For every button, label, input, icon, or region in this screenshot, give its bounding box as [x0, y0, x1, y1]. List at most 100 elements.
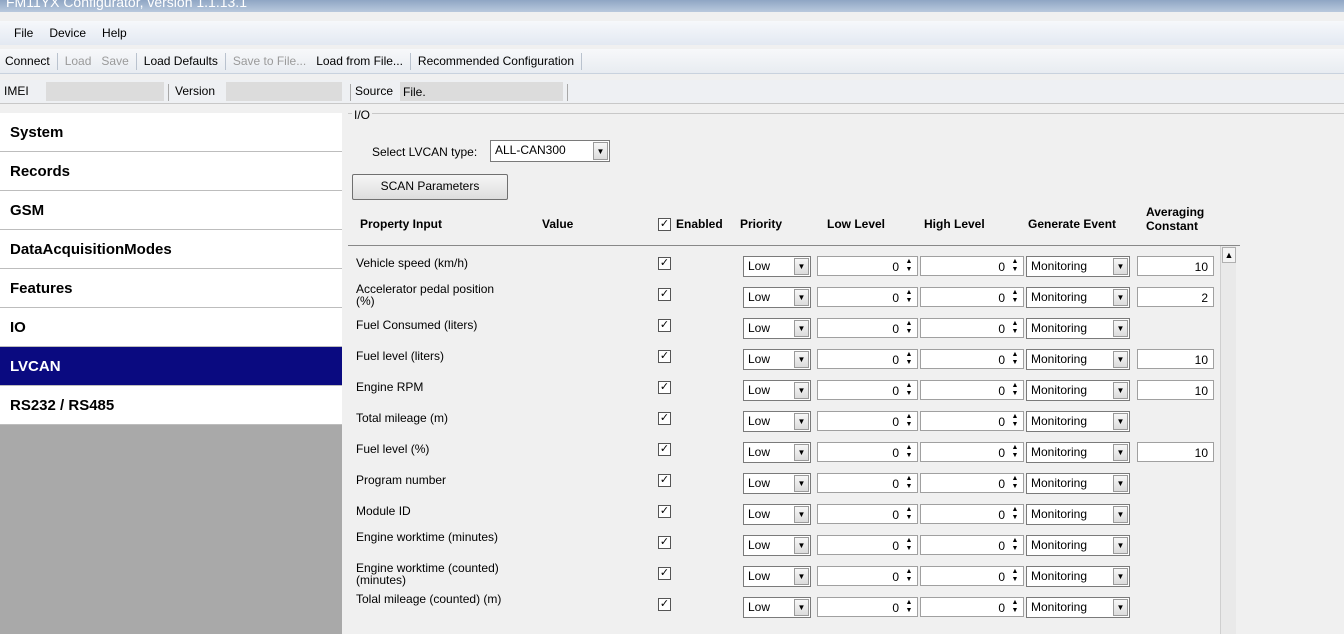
high-level-input[interactable]: 0 ▲ ▼ [920, 256, 1024, 276]
high-level-input[interactable]: 0 ▲ ▼ [920, 504, 1024, 524]
generate-event-select[interactable]: Monitoring ▼ [1026, 473, 1130, 494]
generate-event-select[interactable]: Monitoring ▼ [1026, 597, 1130, 618]
save-button[interactable]: Save [96, 54, 133, 68]
spin-updown-icon[interactable]: ▲ ▼ [1008, 413, 1022, 429]
priority-select[interactable]: Low ▼ [743, 473, 811, 494]
priority-select[interactable]: Low ▼ [743, 380, 811, 401]
load-button[interactable]: Load [60, 54, 97, 68]
enabled-checkbox[interactable]: ✓ [658, 350, 671, 363]
sidebar-item-lvcan[interactable]: LVCAN [0, 347, 342, 386]
spin-updown-icon[interactable]: ▲ ▼ [1008, 351, 1022, 367]
low-level-input[interactable]: 0 ▲ ▼ [817, 318, 918, 338]
high-level-input[interactable]: 0 ▲ ▼ [920, 566, 1024, 586]
low-level-input[interactable]: 0 ▲ ▼ [817, 473, 918, 493]
load-from-file-button[interactable]: Load from File... [311, 54, 408, 68]
spin-updown-icon[interactable]: ▲ ▼ [902, 320, 916, 336]
spin-updown-icon[interactable]: ▲ ▼ [1008, 382, 1022, 398]
sidebar-item-records[interactable]: Records [0, 152, 342, 191]
spin-updown-icon[interactable]: ▲ ▼ [1008, 599, 1022, 615]
low-level-input[interactable]: 0 ▲ ▼ [817, 349, 918, 369]
generate-event-select[interactable]: Monitoring ▼ [1026, 566, 1130, 587]
enabled-checkbox[interactable]: ✓ [658, 505, 671, 518]
generate-event-select[interactable]: Monitoring ▼ [1026, 380, 1130, 401]
enabled-checkbox[interactable]: ✓ [658, 381, 671, 394]
load-defaults-button[interactable]: Load Defaults [139, 54, 223, 68]
scan-parameters-button[interactable]: SCAN Parameters [352, 174, 508, 200]
scroll-up-icon[interactable]: ▲ [1222, 247, 1236, 263]
high-level-input[interactable]: 0 ▲ ▼ [920, 380, 1024, 400]
generate-event-select[interactable]: Monitoring ▼ [1026, 349, 1130, 370]
spin-updown-icon[interactable]: ▲ ▼ [1008, 258, 1022, 274]
low-level-input[interactable]: 0 ▲ ▼ [817, 535, 918, 555]
priority-select[interactable]: Low ▼ [743, 442, 811, 463]
enabled-checkbox[interactable]: ✓ [658, 536, 671, 549]
sidebar-item-data-acquisition-modes[interactable]: DataAcquisitionModes [0, 230, 342, 269]
low-level-input[interactable]: 0 ▲ ▼ [817, 287, 918, 307]
generate-event-select[interactable]: Monitoring ▼ [1026, 535, 1130, 556]
high-level-input[interactable]: 0 ▲ ▼ [920, 318, 1024, 338]
low-level-input[interactable]: 0 ▲ ▼ [817, 411, 918, 431]
sidebar-item-system[interactable]: System [0, 113, 342, 152]
generate-event-select[interactable]: Monitoring ▼ [1026, 442, 1130, 463]
priority-select[interactable]: Low ▼ [743, 597, 811, 618]
enabled-checkbox[interactable]: ✓ [658, 412, 671, 425]
menu-file[interactable]: File [6, 26, 41, 40]
averaging-constant-input[interactable]: 2 [1137, 287, 1214, 307]
enabled-checkbox[interactable]: ✓ [658, 257, 671, 270]
spin-updown-icon[interactable]: ▲ ▼ [1008, 568, 1022, 584]
menu-help[interactable]: Help [94, 26, 135, 40]
priority-select[interactable]: Low ▼ [743, 256, 811, 277]
spin-updown-icon[interactable]: ▲ ▼ [902, 475, 916, 491]
spin-updown-icon[interactable]: ▲ ▼ [902, 258, 916, 274]
spin-updown-icon[interactable]: ▲ ▼ [1008, 320, 1022, 336]
generate-event-select[interactable]: Monitoring ▼ [1026, 287, 1130, 308]
sidebar-item-rs232-rs485[interactable]: RS232 / RS485 [0, 386, 342, 425]
averaging-constant-input[interactable]: 10 [1137, 349, 1214, 369]
lvcan-type-select[interactable]: ALL-CAN300 ▼ [490, 140, 610, 162]
spin-updown-icon[interactable]: ▲ ▼ [902, 537, 916, 553]
priority-select[interactable]: Low ▼ [743, 349, 811, 370]
priority-select[interactable]: Low ▼ [743, 318, 811, 339]
high-level-input[interactable]: 0 ▲ ▼ [920, 535, 1024, 555]
low-level-input[interactable]: 0 ▲ ▼ [817, 504, 918, 524]
spin-updown-icon[interactable]: ▲ ▼ [902, 506, 916, 522]
save-to-file-button[interactable]: Save to File... [228, 54, 311, 68]
spin-updown-icon[interactable]: ▲ ▼ [1008, 506, 1022, 522]
spin-updown-icon[interactable]: ▲ ▼ [902, 351, 916, 367]
spin-updown-icon[interactable]: ▲ ▼ [1008, 537, 1022, 553]
spin-updown-icon[interactable]: ▲ ▼ [902, 413, 916, 429]
connect-button[interactable]: Connect [0, 54, 55, 68]
priority-select[interactable]: Low ▼ [743, 566, 811, 587]
averaging-constant-input[interactable]: 10 [1137, 256, 1214, 276]
priority-select[interactable]: Low ▼ [743, 504, 811, 525]
spin-updown-icon[interactable]: ▲ ▼ [1008, 475, 1022, 491]
menu-device[interactable]: Device [41, 26, 94, 40]
recommended-configuration-button[interactable]: Recommended Configuration [413, 54, 579, 68]
averaging-constant-input[interactable]: 10 [1137, 380, 1214, 400]
high-level-input[interactable]: 0 ▲ ▼ [920, 473, 1024, 493]
sidebar-item-io[interactable]: IO [0, 308, 342, 347]
low-level-input[interactable]: 0 ▲ ▼ [817, 597, 918, 617]
sidebar-item-gsm[interactable]: GSM [0, 191, 342, 230]
low-level-input[interactable]: 0 ▲ ▼ [817, 442, 918, 462]
spin-updown-icon[interactable]: ▲ ▼ [902, 289, 916, 305]
low-level-input[interactable]: 0 ▲ ▼ [817, 256, 918, 276]
generate-event-select[interactable]: Monitoring ▼ [1026, 411, 1130, 432]
spin-updown-icon[interactable]: ▲ ▼ [1008, 444, 1022, 460]
enabled-all-checkbox[interactable]: ✓ [658, 218, 671, 231]
spin-updown-icon[interactable]: ▲ ▼ [902, 444, 916, 460]
low-level-input[interactable]: 0 ▲ ▼ [817, 566, 918, 586]
enabled-checkbox[interactable]: ✓ [658, 567, 671, 580]
enabled-checkbox[interactable]: ✓ [658, 443, 671, 456]
high-level-input[interactable]: 0 ▲ ▼ [920, 411, 1024, 431]
spin-updown-icon[interactable]: ▲ ▼ [902, 599, 916, 615]
high-level-input[interactable]: 0 ▲ ▼ [920, 349, 1024, 369]
vertical-scrollbar[interactable]: ▲ [1220, 246, 1236, 634]
spin-updown-icon[interactable]: ▲ ▼ [902, 382, 916, 398]
sidebar-item-features[interactable]: Features [0, 269, 342, 308]
high-level-input[interactable]: 0 ▲ ▼ [920, 597, 1024, 617]
generate-event-select[interactable]: Monitoring ▼ [1026, 504, 1130, 525]
spin-updown-icon[interactable]: ▲ ▼ [1008, 289, 1022, 305]
priority-select[interactable]: Low ▼ [743, 535, 811, 556]
high-level-input[interactable]: 0 ▲ ▼ [920, 287, 1024, 307]
